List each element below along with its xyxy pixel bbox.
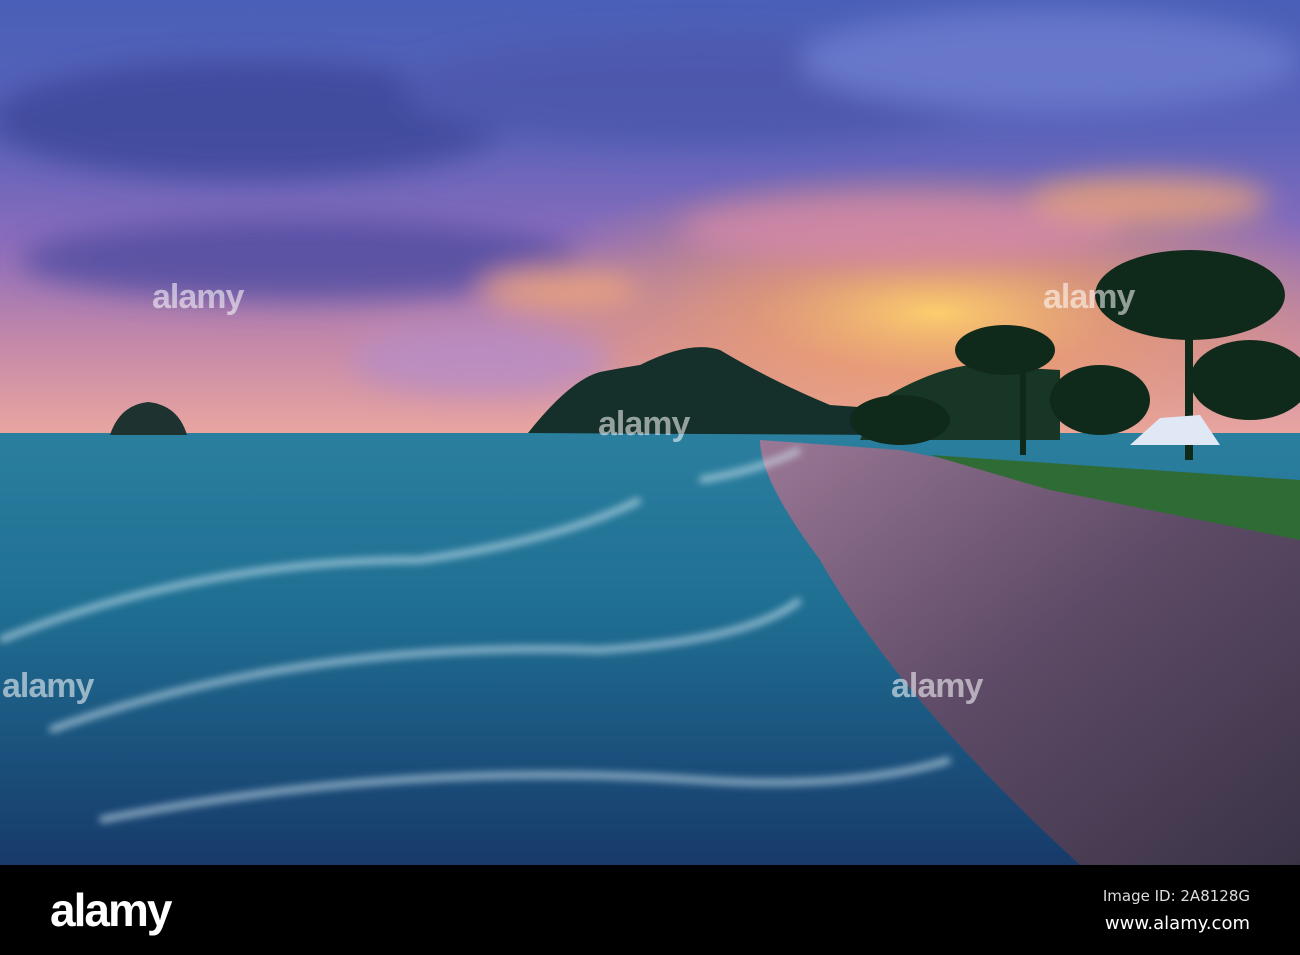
watermark: alamy — [2, 667, 94, 705]
watermark: alamy — [598, 405, 690, 443]
image-id: Image ID: 2A8128G — [1102, 887, 1250, 905]
alamy-logo: alamy — [50, 884, 172, 936]
stock-photo: alamy alamy alamy alamy alamy alamy Imag… — [0, 0, 1300, 955]
watermark: alamy — [1043, 278, 1135, 316]
watermark: alamy — [152, 278, 244, 316]
footer-bar: alamy Image ID: 2A8128G www.alamy.com — [0, 865, 1300, 955]
site-url: www.alamy.com — [1104, 913, 1250, 934]
watermark: alamy — [891, 667, 983, 705]
